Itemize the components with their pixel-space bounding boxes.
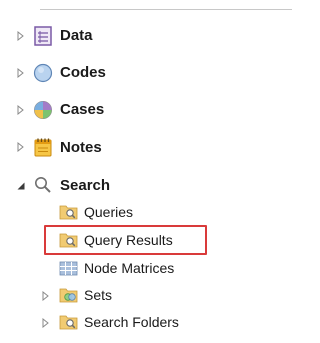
highlight-frame [44,225,207,255]
collapse-arrow-icon[interactable] [16,181,26,191]
tree-item-label: Search [60,177,111,194]
expand-arrow-icon[interactable] [16,68,26,78]
tree-item-label: Codes [60,64,106,81]
node-matrices-folder-icon [59,261,78,276]
search-folders-icon [59,315,78,330]
tree-item-label: Search Folders [84,314,179,330]
navigation-pane: Data Codes Cases Notes Search Queries Qu… [0,0,292,343]
notes-notepad-icon [34,138,52,157]
tree-item-label: Notes [60,139,102,156]
pane-divider [40,0,292,10]
tree-item-label: Sets [84,287,113,303]
queries-folder-icon [59,205,78,220]
expand-arrow-icon[interactable] [16,142,26,152]
tree-item-label: Queries [84,204,134,220]
sets-folder-icon [59,288,78,303]
tree-item-label: Cases [60,101,105,118]
expand-arrow-icon[interactable] [41,318,51,328]
search-magnifier-icon [35,177,51,193]
tree-item-label: Data [60,27,93,44]
cases-pie-icon [34,101,52,119]
codes-circle-icon [33,63,53,83]
expand-arrow-icon[interactable] [41,291,51,301]
expand-arrow-icon[interactable] [16,105,26,115]
expand-arrow-icon[interactable] [16,31,26,41]
tree-item-label: Node Matrices [84,260,175,276]
data-document-icon [34,26,52,46]
